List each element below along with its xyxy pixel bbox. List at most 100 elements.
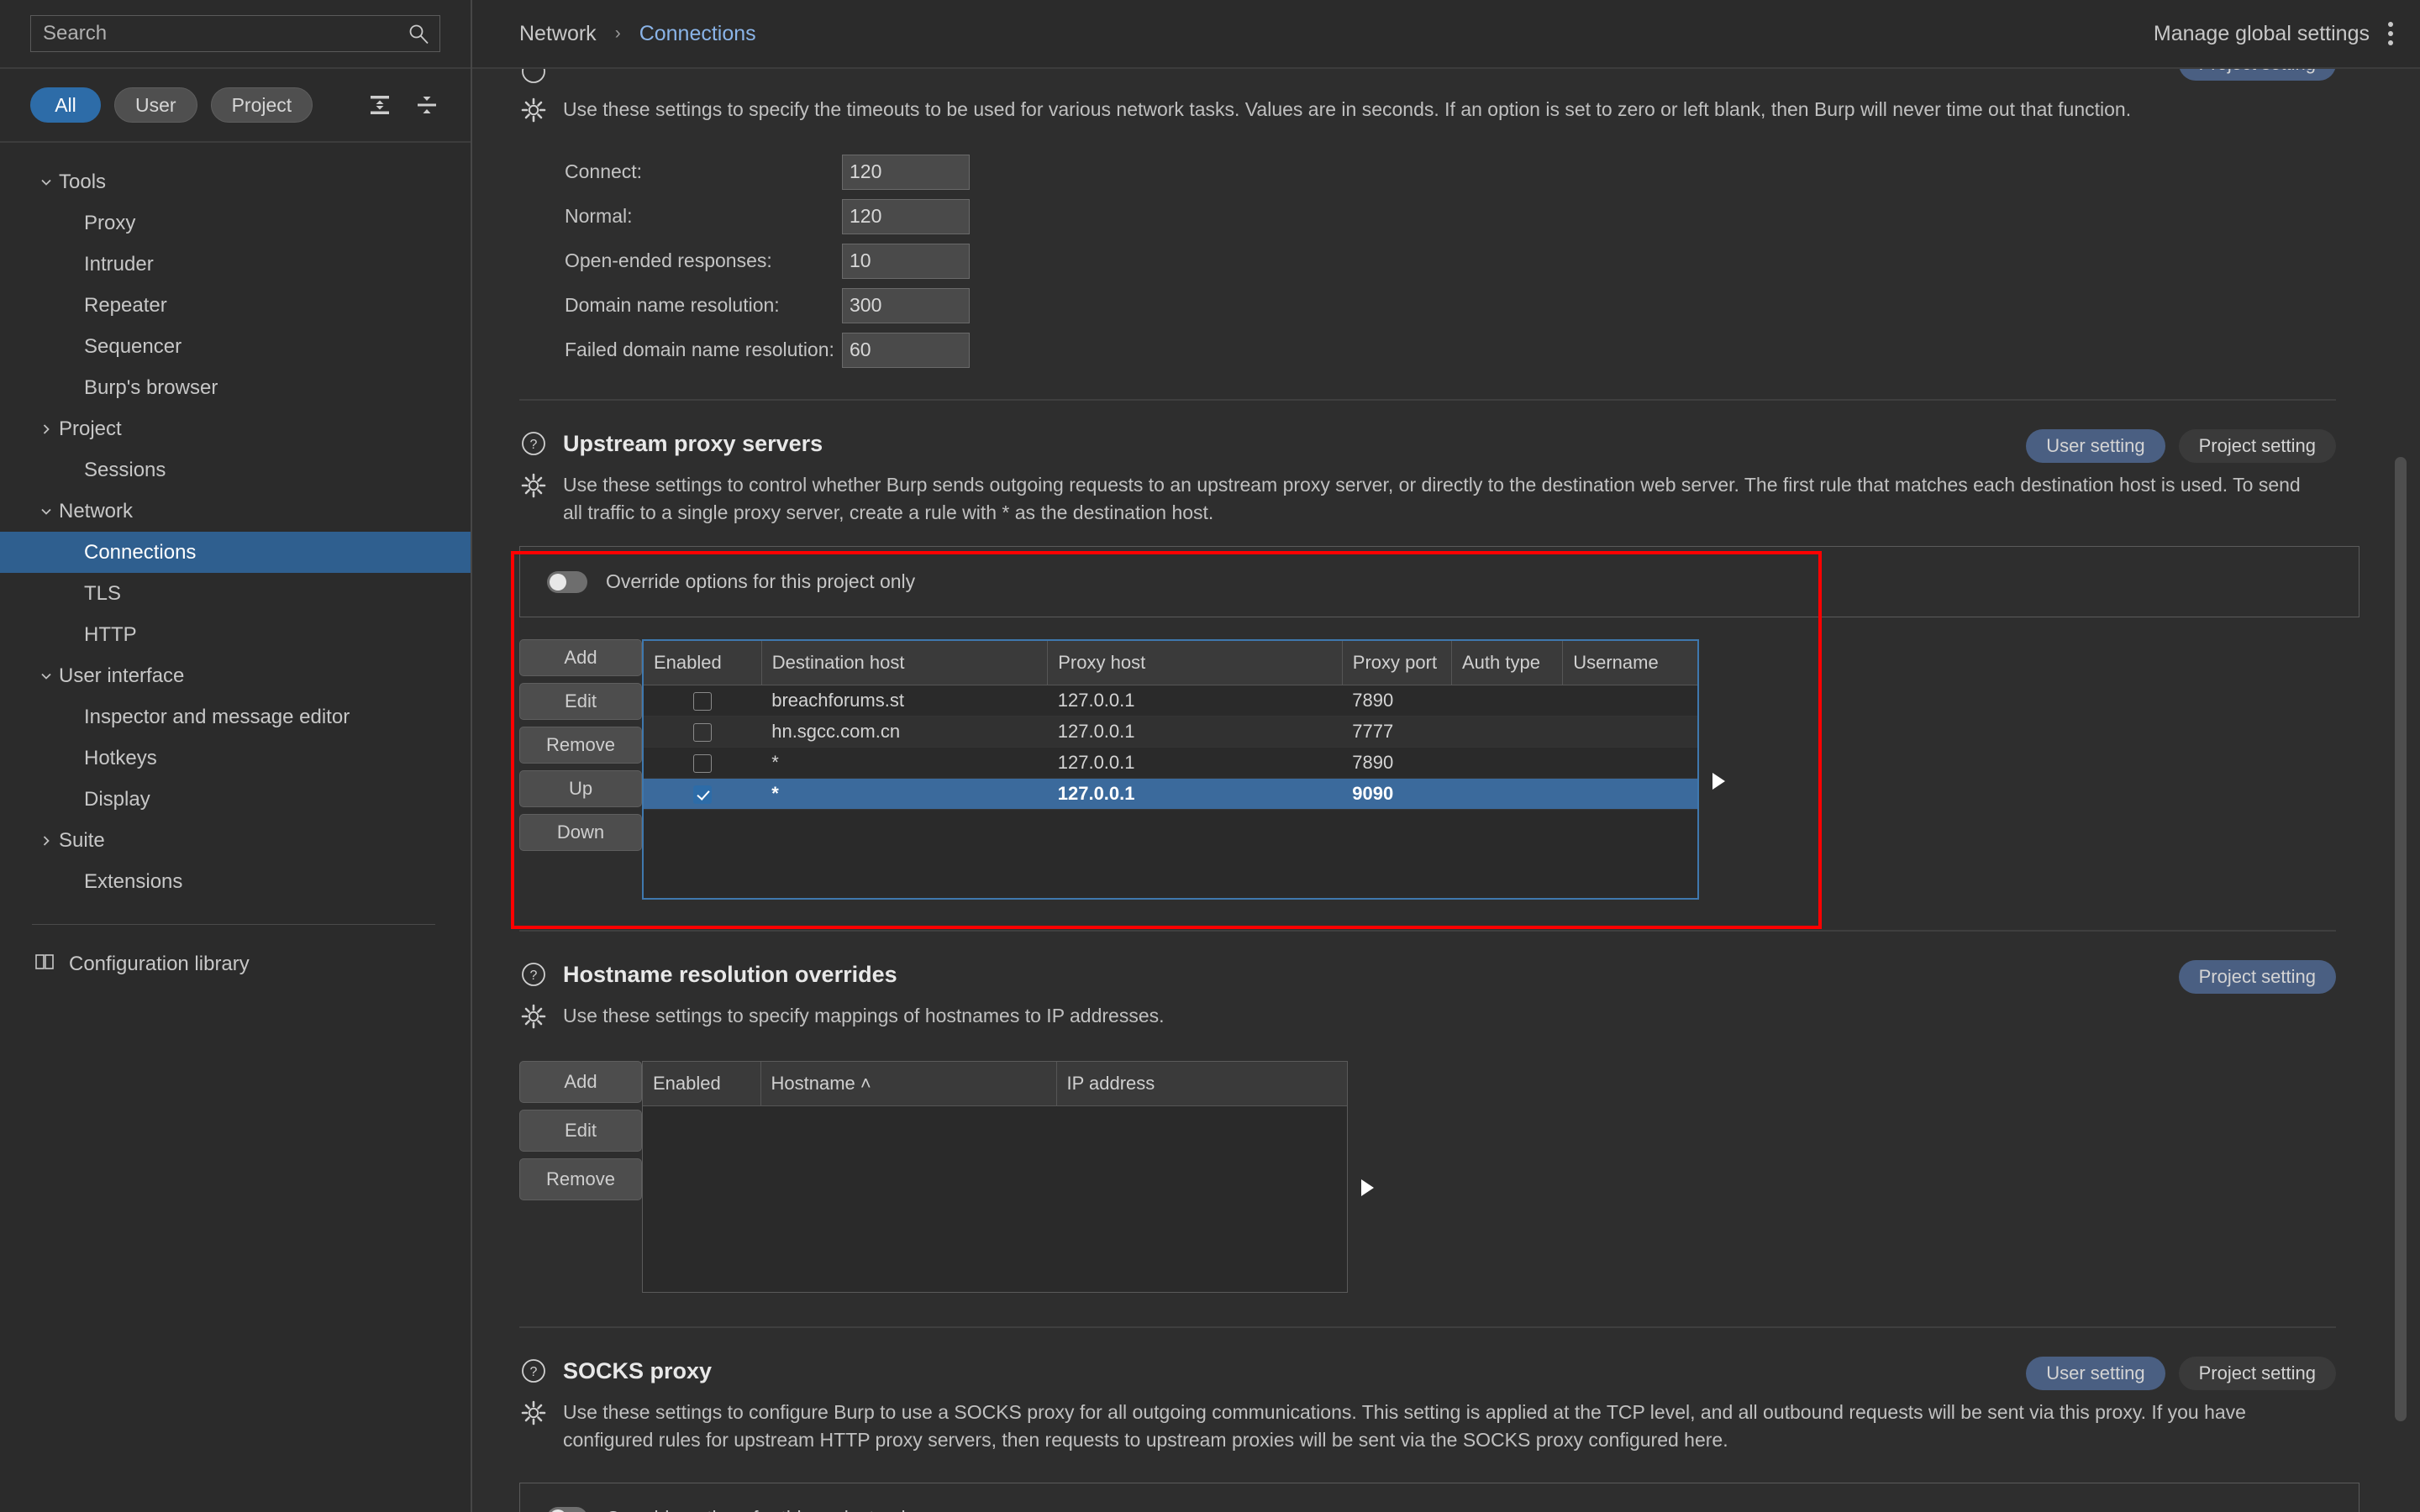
search-icon[interactable] [408, 23, 429, 45]
row-enabled-checkbox[interactable] [644, 716, 762, 748]
timeouts-cut-header: Project setting [519, 69, 2336, 87]
sidebar-item-http[interactable]: HTTP [0, 614, 471, 655]
more-vertical-icon[interactable] [2388, 22, 2393, 45]
sidebar-item-proxy[interactable]: Proxy [0, 202, 471, 244]
row-proxy-port: 7777 [1342, 716, 1452, 748]
table-row-selected[interactable]: * 127.0.0.1 9090 [644, 778, 1697, 810]
status-badge-user-setting[interactable]: User setting [2026, 429, 2165, 463]
column-header-proxy-host[interactable]: Proxy host [1047, 641, 1343, 685]
gear-icon [519, 1002, 548, 1031]
manage-global-settings-link[interactable]: Manage global settings [2154, 22, 2370, 46]
sidebar-item-label: TLS [84, 581, 122, 605]
section-title: Upstream proxy servers [563, 430, 823, 456]
chevron-down-icon[interactable] [34, 504, 59, 519]
sidebar-item-repeater[interactable]: Repeater [0, 285, 471, 326]
sidebar-item-tools[interactable]: Tools [0, 161, 471, 202]
expand-right-triangle-icon[interactable] [1699, 639, 1738, 900]
edit-button[interactable]: Edit [519, 683, 642, 721]
sidebar-item-user-interface[interactable]: User interface [0, 655, 471, 696]
sidebar-item-inspector-and-message-editor[interactable]: Inspector and message editor [0, 696, 471, 738]
edit-button[interactable]: Edit [519, 1110, 642, 1152]
row-username [1562, 747, 1697, 779]
help-question-icon[interactable]: ? [519, 1357, 548, 1385]
connect-timeout-input[interactable] [842, 154, 970, 190]
filter-pill-all[interactable]: All [30, 87, 101, 123]
status-badge-project-setting[interactable]: Project setting [2178, 429, 2336, 463]
row-enabled-checkbox[interactable] [644, 747, 762, 779]
sidebar-item-tls[interactable]: TLS [0, 573, 471, 614]
filter-pill-user[interactable]: User [114, 87, 197, 123]
row-auth-type [1451, 716, 1563, 748]
sidebar-item-project[interactable]: Project [0, 408, 471, 449]
column-header-destination-host[interactable]: Destination host [761, 641, 1049, 685]
chevron-right-icon[interactable] [34, 422, 59, 437]
sidebar-item-network[interactable]: Network [0, 491, 471, 532]
sidebar-item-extensions[interactable]: Extensions [0, 861, 471, 902]
add-button[interactable]: Add [519, 1061, 642, 1104]
sidebar-item-burps-browser[interactable]: Burp's browser [0, 367, 471, 408]
upstream-table-frame: Enabled Destination host Proxy host Prox… [642, 639, 1699, 900]
question-icon-cut[interactable] [519, 69, 548, 90]
column-header-auth-type[interactable]: Auth type [1451, 641, 1564, 685]
breadcrumb-separator-icon: › [614, 24, 621, 43]
sidebar-item-label: Burp's browser [84, 375, 218, 399]
up-button[interactable]: Up [519, 770, 642, 808]
breadcrumb-network[interactable]: Network [519, 22, 597, 46]
hostname-table-block: Add Edit Remove Enabled Hostname ˄ IP ad… [519, 1061, 2336, 1294]
table-row[interactable]: breachforums.st 127.0.0.1 7890 [644, 685, 1697, 717]
table-row[interactable]: * 127.0.0.1 7890 [644, 747, 1697, 779]
sidebar-item-connections[interactable]: Connections [0, 532, 471, 573]
help-question-icon[interactable]: ? [519, 429, 548, 458]
expand-all-icon[interactable] [363, 88, 397, 122]
column-header-enabled[interactable]: Enabled [644, 641, 762, 685]
filter-pill-project[interactable]: Project [210, 87, 313, 123]
field-row-failed-domain-name-resolution: Failed domain name resolution: [565, 328, 2336, 372]
status-badge-user-setting[interactable]: User setting [2026, 1357, 2165, 1391]
sidebar-item-sessions[interactable]: Sessions [0, 449, 471, 491]
override-toggle[interactable] [547, 1507, 587, 1512]
search-input[interactable] [43, 22, 408, 45]
normal-timeout-input[interactable] [842, 198, 970, 234]
breadcrumb-connections[interactable]: Connections [639, 22, 756, 46]
row-enabled-checkbox[interactable] [644, 685, 762, 717]
column-header-proxy-port[interactable]: Proxy port [1342, 641, 1453, 685]
column-header-hostname[interactable]: Hostname ˄ [760, 1062, 1057, 1106]
collapse-all-icon[interactable] [410, 88, 444, 122]
sidebar-item-suite[interactable]: Suite [0, 820, 471, 861]
column-header-ip-address[interactable]: IP address [1056, 1062, 1347, 1106]
help-question-icon[interactable]: ? [519, 960, 548, 989]
status-badge-project-setting[interactable]: Project setting [2178, 69, 2336, 81]
sidebar-item-label: Intruder [84, 252, 154, 276]
sidebar-item-hotkeys[interactable]: Hotkeys [0, 738, 471, 779]
status-badge-project-setting[interactable]: Project setting [2178, 1357, 2336, 1391]
remove-button[interactable]: Remove [519, 1158, 642, 1201]
svg-text:?: ? [530, 1365, 538, 1379]
sidebar-item-sequencer[interactable]: Sequencer [0, 326, 471, 367]
column-header-username[interactable]: Username [1562, 641, 1697, 685]
chevron-right-icon[interactable] [34, 833, 59, 848]
sidebar-item-display[interactable]: Display [0, 779, 471, 820]
chevron-down-icon[interactable] [34, 175, 59, 190]
sidebar-item-intruder[interactable]: Intruder [0, 244, 471, 285]
open-ended-responses-timeout-input[interactable] [842, 243, 970, 279]
column-header-enabled[interactable]: Enabled [643, 1062, 761, 1106]
table-row[interactable]: hn.sgcc.com.cn 127.0.0.1 7777 [644, 716, 1697, 748]
expand-right-triangle-icon[interactable] [1348, 1061, 1386, 1293]
search-box[interactable] [30, 15, 440, 52]
vertical-scrollbar[interactable] [2395, 457, 2407, 1421]
section-divider [519, 930, 2336, 932]
row-enabled-checkbox[interactable] [644, 778, 762, 810]
down-button[interactable]: Down [519, 814, 642, 852]
sidebar-item-configuration-library[interactable]: Configuration library [0, 943, 471, 985]
chevron-down-icon[interactable] [34, 669, 59, 684]
domain-name-resolution-timeout-input[interactable] [842, 287, 970, 323]
row-destination-host: hn.sgcc.com.cn [761, 716, 1048, 748]
sidebar-item-label: Network [59, 499, 134, 522]
sidebar-item-label: Tools [59, 170, 107, 193]
add-button[interactable]: Add [519, 639, 642, 677]
status-badge-project-setting[interactable]: Project setting [2178, 960, 2336, 995]
row-username [1562, 685, 1697, 717]
remove-button[interactable]: Remove [519, 727, 642, 764]
override-toggle[interactable] [547, 570, 587, 593]
failed-domain-name-resolution-timeout-input[interactable] [842, 332, 970, 368]
